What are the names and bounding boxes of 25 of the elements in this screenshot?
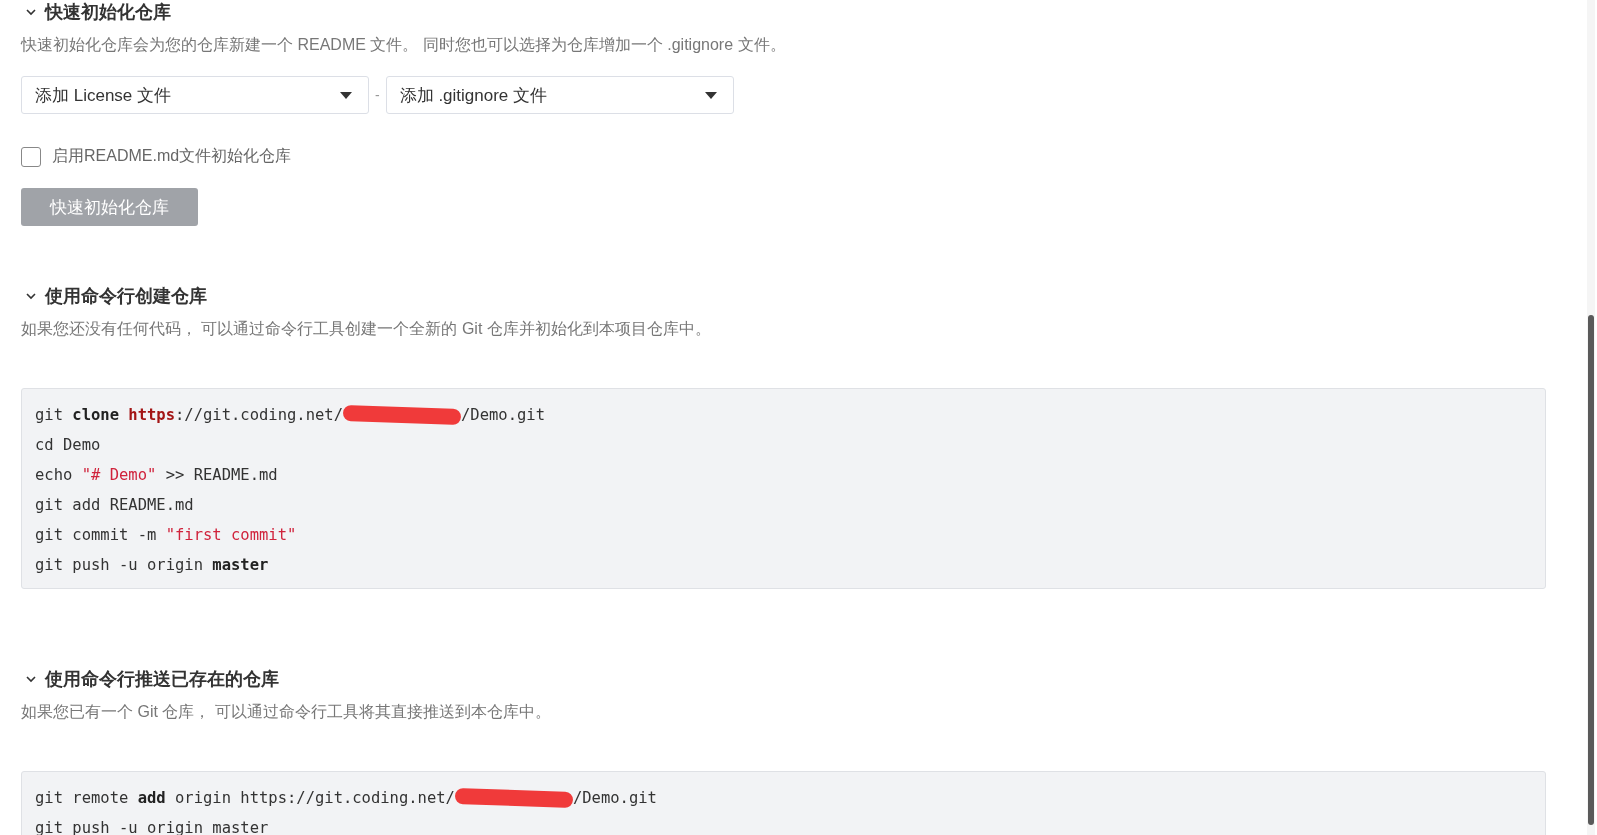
section-title: 快速初始化仓库 (45, 1, 171, 24)
separator-dash: - (375, 87, 380, 103)
code-line: git commit -m "first commit" (35, 525, 298, 546)
code-line: echo "# Demo" >> README.md (35, 465, 279, 486)
dropdown-select[interactable]: 添加 License 文件 (21, 76, 369, 114)
section-description: 快速初始化仓库会为您的仓库新建一个 README 文件。 同时您也可以选择为仓库增加一个 .gitignore 文件。 (21, 35, 787, 55)
section-title: 使用命令行创建仓库 (45, 285, 207, 308)
caret-icon (704, 91, 717, 99)
code-line: git add README.md (35, 495, 195, 516)
checkbox[interactable] (21, 146, 41, 167)
section-description: 如果您已有一个 Git 仓库， 可以通过命令行工具将其直接推送到本仓库中。 (21, 702, 552, 722)
chevron-icon[interactable] (25, 290, 37, 302)
checkbox-label: 启用README.md文件初始化仓库 (52, 146, 292, 166)
scrollbar-thumb[interactable] (1588, 315, 1594, 825)
code-line: git clone https://git.coding.net/ /Demo.git (35, 403, 546, 428)
caret-icon (340, 91, 352, 99)
chevron-icon[interactable] (25, 6, 37, 18)
code-line: cd Demo (35, 435, 102, 456)
code-line: git push -u origin master (35, 555, 270, 576)
section-description: 如果您还没有任何代码， 可以通过命令行工具创建一个全新的 Git 仓库并初始化到本项目仓库中。 (21, 319, 712, 339)
dropdown-select[interactable]: 添加 .gitignore 文件 (385, 76, 734, 114)
chevron-icon[interactable] (25, 673, 37, 685)
scrollbar[interactable] (1587, 0, 1595, 835)
code-line: git remote add origin https://git.coding.net/ /Demo.git (35, 786, 658, 811)
section-title: 使用命令行推送已存在的仓库 (45, 668, 279, 691)
